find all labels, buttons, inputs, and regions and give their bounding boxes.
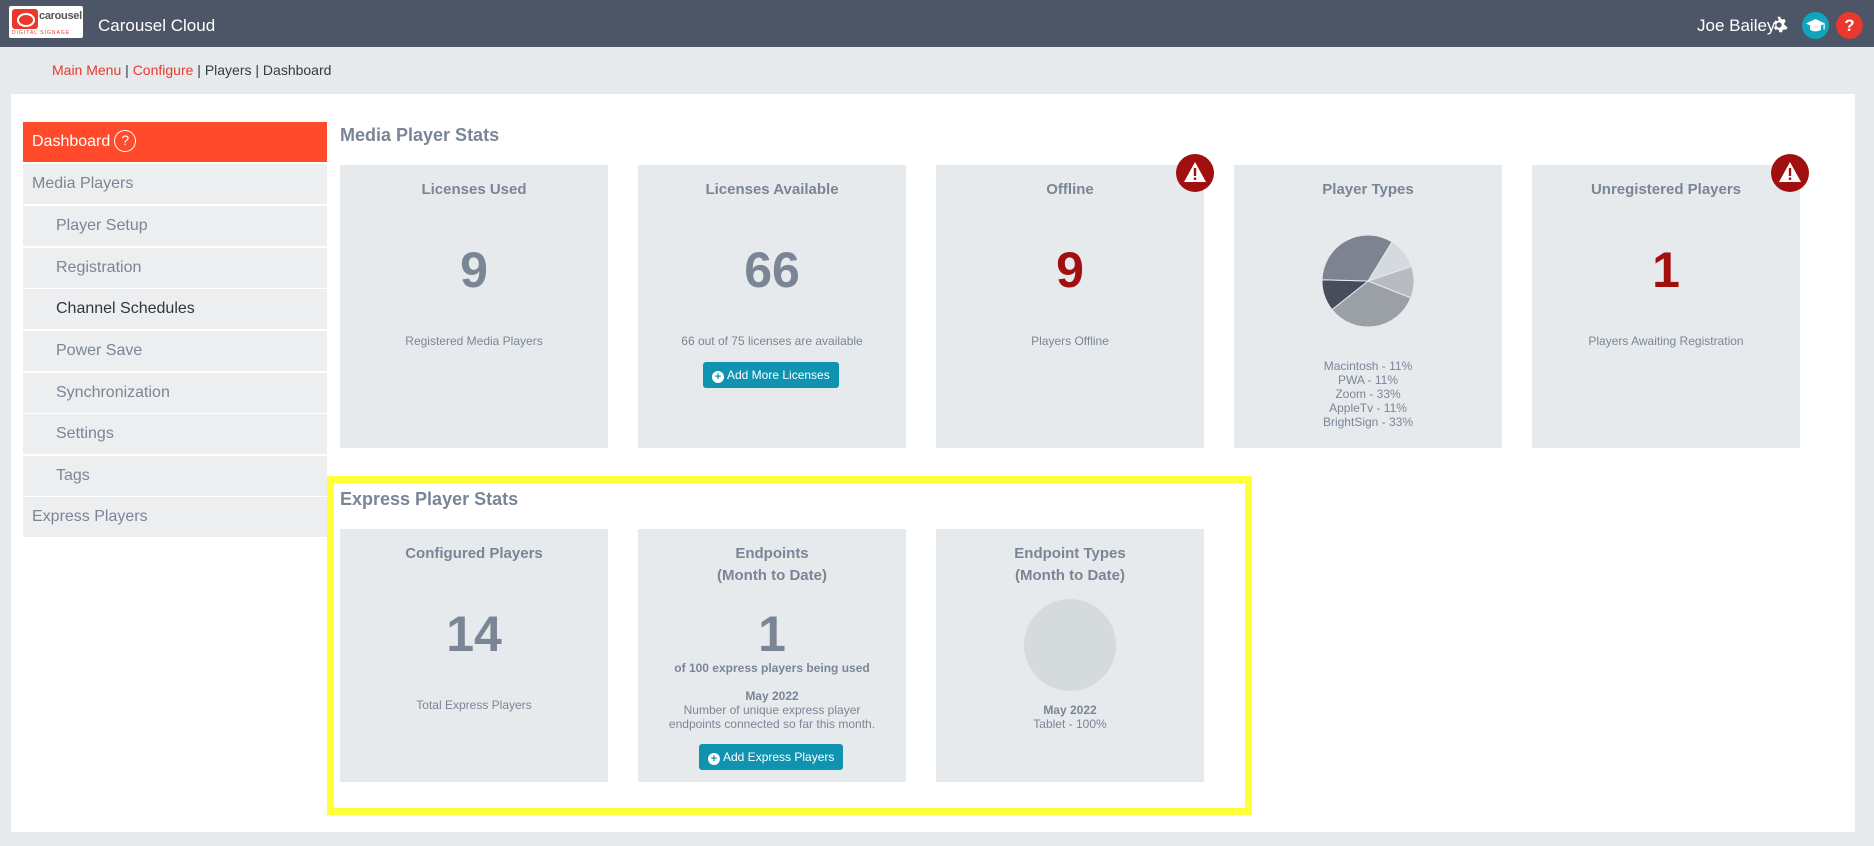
legend-entry: AppleTv - 11% <box>1329 401 1407 415</box>
sidebar-item-label: Media Players <box>32 175 134 192</box>
logo-subtext: DIGITAL SIGNAGE <box>12 30 71 36</box>
card-title: Licenses Available <box>705 181 839 198</box>
user-name[interactable]: Joe Bailey <box>1697 16 1775 36</box>
sidebar-item-label: Settings <box>56 425 114 442</box>
card-title: Unregistered Players <box>1590 181 1742 198</box>
add-more-licenses-button[interactable]: + Add More Licenses <box>703 362 839 388</box>
top-bar: carousel DIGITAL SIGNAGE Carousel Cloud … <box>0 0 1874 47</box>
unregistered-warning-icon[interactable] <box>1771 154 1809 192</box>
breadcrumb-configure[interactable]: Configure <box>133 62 194 78</box>
sidebar-item-express-players[interactable]: Express Players <box>23 497 327 537</box>
player-types-card: Player Types Macintosh - 11% PWA - 11% Z… <box>1234 165 1502 448</box>
logo-text: carousel <box>39 10 82 22</box>
offline-caption: Players Offline <box>1031 334 1109 348</box>
card-title: Licenses Used <box>421 181 527 198</box>
question-icon[interactable]: ? <box>1836 12 1863 39</box>
help-circle-icon[interactable]: ? <box>114 130 137 152</box>
card-title: Player Types <box>1322 181 1414 198</box>
sidebar-item-label: Power Save <box>56 342 143 359</box>
sidebar-item-label: Channel Schedules <box>56 300 195 317</box>
sidebar-item-channel-schedules[interactable]: Channel Schedules <box>23 289 327 329</box>
licenses-used-value: 9 <box>460 242 488 298</box>
sidebar-item-label: Tags <box>56 467 90 484</box>
offline-value: 9 <box>1056 242 1084 298</box>
licenses-used-caption: Registered Media Players <box>405 334 543 348</box>
carousel-logo-icon[interactable]: carousel DIGITAL SIGNAGE <box>9 6 83 38</box>
player-types-legend: Macintosh - 11% PWA - 11% Zoom - 33% App… <box>1234 359 1502 429</box>
unregistered-caption: Players Awaiting Registration <box>1588 334 1744 348</box>
legend-entry: Zoom - 33% <box>1335 387 1401 401</box>
sidebar-item-registration[interactable]: Registration <box>23 248 327 288</box>
licenses-available-value: 66 <box>744 242 800 298</box>
licenses-available-card: Licenses Available 66 66 out of 75 licen… <box>638 165 906 448</box>
sidebar-item-media-players[interactable]: Media Players <box>23 164 327 204</box>
unregistered-value: 1 <box>1652 242 1680 298</box>
sidebar-item-synchronization[interactable]: Synchronization <box>23 373 327 413</box>
sidebar-item-label: Synchronization <box>56 384 170 401</box>
button-label: Add More Licenses <box>727 368 830 382</box>
sidebar-item-label: Player Setup <box>56 217 148 234</box>
sidebar-item-settings[interactable]: Settings <box>23 414 327 454</box>
breadcrumb-separator: | <box>255 62 260 78</box>
licenses-used-card: Licenses Used 9 Registered Media Players <box>340 165 608 448</box>
sidebar-item-power-save[interactable]: Power Save <box>23 331 327 371</box>
sidebar-item-player-setup[interactable]: Player Setup <box>23 206 327 246</box>
sidebar-item-tags[interactable]: Tags <box>23 456 327 496</box>
sidebar-item-label: Express Players <box>32 508 148 525</box>
offline-card: Offline 9 Players Offline <box>936 165 1204 448</box>
player-types-pie-chart <box>1321 234 1415 328</box>
licenses-available-caption: 66 out of 75 licenses are available <box>681 334 863 348</box>
plus-circle-icon: + <box>712 371 724 383</box>
unregistered-players-card: Unregistered Players 1 Players Awaiting … <box>1532 165 1800 448</box>
legend-entry: BrightSign - 33% <box>1322 415 1414 429</box>
card-title: Offline <box>1046 181 1094 198</box>
highlight-box <box>327 476 1252 815</box>
breadcrumb-main-menu[interactable]: Main Menu <box>52 62 121 78</box>
sidebar-item-label: Dashboard <box>32 133 111 150</box>
sidebar-item-label: Registration <box>56 259 142 276</box>
breadcrumb: Main Menu | Configure | Players | Dashbo… <box>52 62 331 78</box>
app-title: Carousel Cloud <box>98 16 216 35</box>
breadcrumb-separator: | <box>197 62 201 78</box>
breadcrumb-players: Players <box>204 62 252 78</box>
graduation-cap-icon[interactable] <box>1802 12 1829 39</box>
offline-warning-icon[interactable] <box>1176 154 1214 192</box>
breadcrumb-current: Dashboard <box>262 62 332 78</box>
breadcrumb-separator: | <box>125 62 129 78</box>
sidebar-item-dashboard[interactable]: Dashboard? <box>23 122 327 162</box>
legend-entry: PWA - 11% <box>1337 373 1399 387</box>
media-player-stats-title: Media Player Stats <box>340 125 500 145</box>
gear-icon[interactable] <box>1770 16 1788 34</box>
legend-entry: Macintosh - 11% <box>1323 359 1413 373</box>
